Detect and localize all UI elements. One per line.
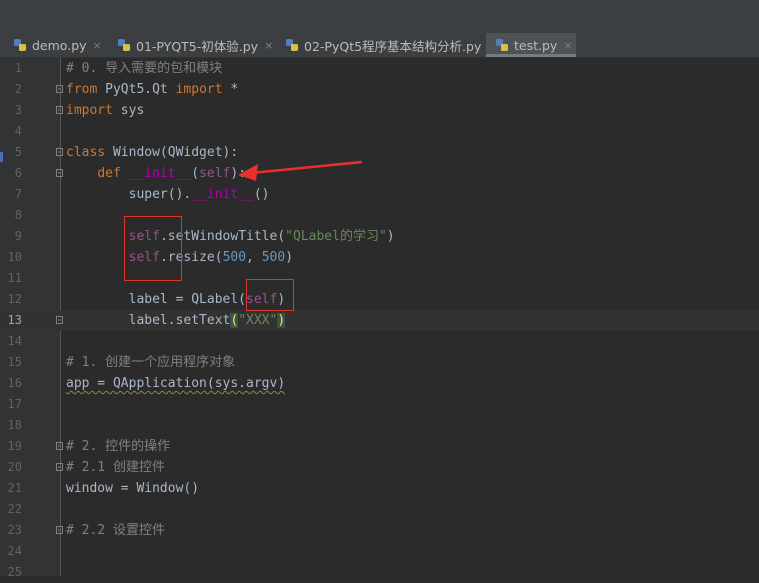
annotation-arrow [238,160,363,181]
